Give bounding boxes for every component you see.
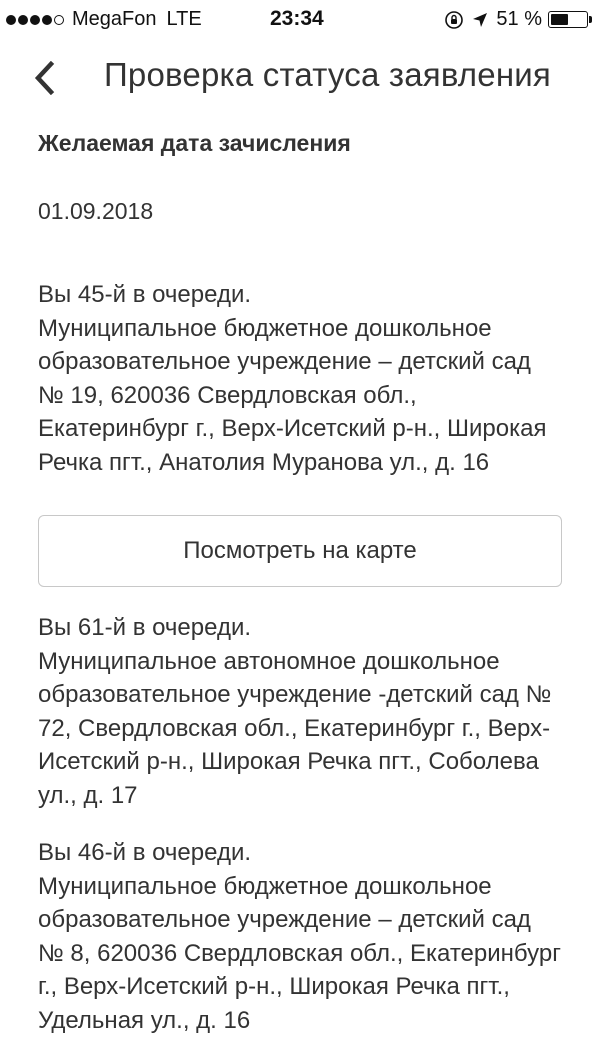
signal-dot	[6, 14, 16, 25]
network-type: LTE	[166, 8, 202, 30]
view-on-map-button[interactable]: Посмотреть на карте	[38, 515, 562, 587]
queue-position: Вы 46-й в очереди.	[38, 839, 252, 866]
desired-date-value: 01.09.2018	[38, 198, 154, 224]
back-button[interactable]	[22, 56, 66, 100]
orientation-lock-icon	[444, 10, 464, 30]
signal-dot	[42, 14, 52, 25]
battery-fill	[551, 14, 569, 25]
queue-position: Вы 45-й в очереди.	[38, 281, 252, 308]
battery-icon	[548, 11, 592, 28]
queue-entry: Вы 61-й в очереди. Муниципальное автоном…	[38, 611, 562, 812]
signal-dot	[18, 14, 28, 25]
kindergarten-address: Муниципальное автономное дошкольное обра…	[38, 647, 552, 809]
location-arrow-icon	[472, 12, 488, 28]
status-right: 51 %	[444, 8, 592, 31]
status-bar: MegaFon LTE 23:34 51 %	[0, 0, 600, 38]
desired-date-heading: Желаемая дата зачисления	[38, 130, 351, 156]
queue-entry: Вы 46-й в очереди. Муниципальное бюджетн…	[38, 836, 562, 1037]
queue-entry: Вы 45-й в очереди. Муниципальное бюджетн…	[38, 278, 562, 479]
navigation-bar: Проверка статуса заявления	[0, 38, 600, 118]
main-content: Желаемая дата зачисления 01.09.2018 Вы 4…	[0, 128, 600, 1037]
status-left: MegaFon LTE	[6, 8, 202, 31]
signal-dot	[30, 14, 40, 25]
status-time: 23:34	[270, 7, 324, 30]
kindergarten-address: Муниципальное бюджетное дошкольное образ…	[38, 314, 547, 476]
carrier-name: MegaFon	[72, 8, 157, 30]
page-title: Проверка статуса заявления	[104, 56, 551, 93]
kindergarten-address: Муниципальное бюджетное дошкольное образ…	[38, 872, 561, 1034]
chevron-left-icon	[34, 61, 55, 95]
battery-percent: 51 %	[496, 8, 542, 30]
signal-strength-icon	[6, 14, 66, 25]
signal-dot	[54, 14, 64, 25]
queue-position: Вы 61-й в очереди.	[38, 614, 252, 641]
